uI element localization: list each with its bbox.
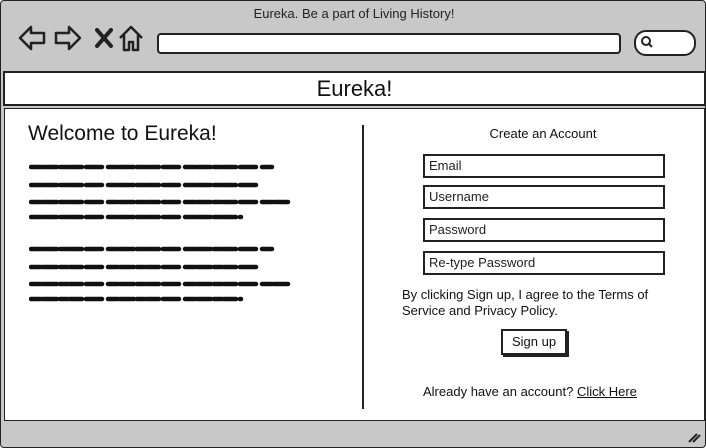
welcome-heading: Welcome to Eureka! [28,122,217,145]
back-arrow-icon[interactable] [17,23,47,53]
email-field[interactable]: Email [423,154,665,178]
column-divider [362,125,364,409]
login-prompt-text: Already have an account? [423,384,574,399]
login-prompt: Already have an account? Click Here [423,384,637,399]
forward-arrow-icon[interactable] [53,23,83,53]
close-icon[interactable] [89,23,119,53]
content-area: Welcome to Eureka! Create an Account Ema… [4,108,705,421]
resize-grip-icon[interactable] [687,430,701,444]
intro-paragraph-2 [29,246,292,302]
window-title: Eureka. Be a part of Living History! [253,6,455,21]
url-bar[interactable] [157,33,621,54]
site-header: Eureka! [3,71,705,106]
search-box[interactable] [634,30,696,56]
click-here-link[interactable]: Click Here [577,384,637,399]
site-title: Eureka! [316,76,393,101]
search-icon [641,36,653,48]
sign-up-button[interactable]: Sign up [501,329,567,355]
browser-window: Eureka. Be a part of Living History! Eur… [0,0,706,448]
terms-text: By clicking Sign up, I agree to the Term… [402,287,649,318]
retype-password-field[interactable]: Re-type Password [423,251,665,275]
password-field[interactable]: Password [423,218,665,242]
intro-paragraph-1 [29,164,292,220]
create-account-heading: Create an Account [489,126,597,141]
home-icon[interactable] [116,23,146,53]
username-field[interactable]: Username [423,185,665,209]
